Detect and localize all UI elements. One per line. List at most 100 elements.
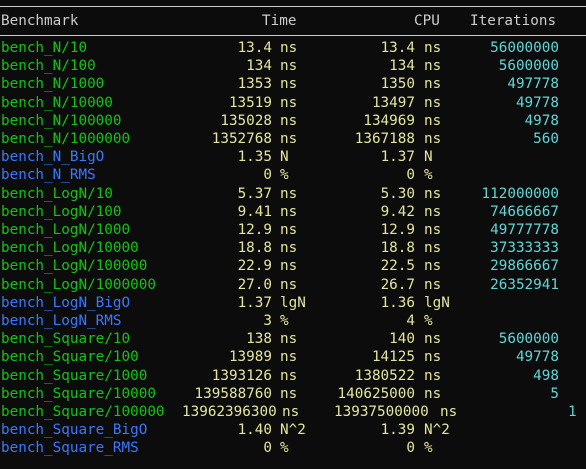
table-row: bench_LogN/1000000 27.0 ns 26.7 ns 26352941: [0, 276, 586, 294]
time-unit: ns: [280, 385, 298, 402]
benchmark-name: bench_N/10: [1, 40, 88, 56]
table-row: bench_LogN_RMS 3% 4%: [0, 312, 586, 330]
iterations-value: 1: [568, 404, 577, 420]
time-value: 1393126: [211, 367, 272, 384]
time-unit: %: [280, 313, 289, 329]
iterations-value: 29866667: [490, 258, 559, 275]
benchmark-name: bench_Square/1000: [1, 367, 148, 384]
time-unit: ns: [280, 76, 298, 93]
cpu-unit: lgN: [424, 294, 450, 311]
time-unit: ns: [282, 404, 300, 420]
cpu-value: 9.42: [380, 203, 415, 220]
cpu-value: 26.7: [380, 276, 415, 293]
iterations-value: 49778: [515, 349, 559, 366]
top-separator: [0, 6, 586, 7]
benchmark-name: bench_N_RMS: [1, 167, 96, 184]
iterations-value: 4978: [524, 112, 559, 129]
header-cpu: CPU: [414, 13, 440, 29]
table-row: bench_N/10 13.4 ns 13.4 ns 56000000: [0, 39, 586, 57]
time-unit: %: [280, 167, 289, 184]
iterations-value: 5: [550, 385, 559, 402]
table-row: bench_N/100 134 ns 134 ns 5600000: [0, 57, 586, 75]
cpu-value: 1.39: [380, 422, 415, 439]
iterations-value: 49777778: [490, 222, 559, 238]
benchmark-name: bench_Square/10000: [1, 385, 156, 402]
iterations-value: 560: [533, 131, 559, 147]
time-unit: ns: [280, 94, 298, 111]
header-row: Benchmark Time CPU Iterations: [0, 12, 586, 30]
time-value: 1.40: [237, 422, 272, 439]
cpu-unit: ns: [424, 131, 442, 147]
time-value: 12.9: [237, 222, 272, 238]
benchmark-name: bench_N/10000: [1, 94, 113, 111]
iterations-value: 74666667: [490, 203, 559, 220]
time-unit: ns: [280, 58, 298, 75]
benchmark-name: bench_LogN/1000: [1, 222, 131, 238]
cpu-value: 14125: [371, 349, 415, 366]
time-unit: ns: [280, 276, 298, 293]
cpu-unit: N^2: [424, 422, 450, 439]
cpu-value: 1380522: [354, 367, 415, 384]
table-row: bench_LogN_BigO 1.37 lgN 1.36 lgN: [0, 294, 586, 312]
cpu-unit: ns: [424, 222, 442, 238]
time-unit: ns: [280, 185, 298, 202]
iterations-value: 37333333: [490, 240, 559, 257]
cpu-value: 134969: [363, 112, 415, 129]
iterations-value: 5600000: [498, 58, 559, 75]
benchmark-name: bench_LogN_RMS: [1, 313, 122, 329]
time-unit: ns: [280, 331, 298, 348]
time-unit: ns: [280, 258, 298, 275]
time-unit: ns: [280, 40, 298, 56]
cpu-unit: ns: [424, 58, 442, 75]
benchmark-name: bench_Square/100000: [1, 404, 165, 420]
table-row: bench_LogN/10 5.37 ns 5.30 ns 112000000: [0, 185, 586, 203]
time-value: 5.37: [237, 185, 272, 202]
cpu-unit: ns: [424, 112, 442, 129]
time-unit: ns: [280, 203, 298, 220]
cpu-unit: ns: [424, 240, 442, 257]
cpu-unit: %: [424, 440, 433, 457]
cpu-value: 22.5: [380, 258, 415, 275]
table-row: bench_Square/10000 139588760 ns 140625000 ns…: [0, 385, 586, 403]
time-value: 13989: [228, 349, 272, 366]
time-value: 0: [263, 440, 272, 457]
table-row: bench_N/1000 1353 ns 1350 ns 497778: [0, 75, 586, 93]
cpu-unit: %: [424, 313, 433, 329]
cpu-unit: ns: [424, 76, 442, 93]
table-row: bench_N/10000 13519 ns 13497 ns 49778: [0, 94, 586, 112]
cpu-value: 140: [389, 331, 415, 348]
cpu-unit: ns: [424, 40, 442, 56]
time-value: 3: [263, 313, 272, 329]
time-value: 13962396300: [182, 404, 277, 420]
benchmark-name: bench_LogN/10: [1, 185, 113, 202]
time-value: 9.41: [237, 203, 272, 220]
table-row: bench_LogN/10000 18.8 ns 18.8 ns 37333333: [0, 239, 586, 257]
cpu-value: 4: [406, 313, 415, 329]
table-row: bench_Square/10 138 ns 140 ns 5600000: [0, 330, 586, 348]
benchmark-name: bench_N/1000000: [1, 131, 131, 147]
benchmark-name: bench_Square/10: [1, 331, 131, 348]
benchmark-name: bench_LogN/100: [1, 203, 122, 220]
time-unit: N: [280, 149, 289, 166]
time-value: 0: [263, 167, 272, 184]
table-row: bench_N/1000000 1352768 ns 1367188 ns 560: [0, 130, 586, 148]
time-value: 1352768: [211, 131, 272, 147]
cpu-value: 5.30: [380, 185, 415, 202]
time-value: 18.8: [237, 240, 272, 257]
header-time: Time: [262, 13, 297, 29]
time-unit: ns: [280, 131, 298, 147]
table-row: bench_LogN/1000 12.9 ns 12.9 ns 49777778: [0, 221, 586, 239]
benchmark-name: bench_N/1000: [1, 76, 105, 93]
table-row: bench_Square/100000 13962396300 ns 13937500…: [0, 403, 586, 421]
cpu-value: 13937500000: [334, 404, 429, 420]
iterations-value: 56000000: [490, 40, 559, 56]
time-unit: N^2: [280, 422, 306, 439]
cpu-unit: ns: [424, 367, 442, 384]
cpu-value: 140625000: [337, 385, 415, 402]
time-value: 22.9: [237, 258, 272, 275]
benchmark-name: bench_LogN/1000000: [1, 276, 156, 293]
time-value: 13519: [228, 94, 272, 111]
cpu-unit: N: [424, 149, 433, 166]
time-unit: ns: [280, 240, 298, 257]
time-value: 138: [246, 331, 272, 348]
